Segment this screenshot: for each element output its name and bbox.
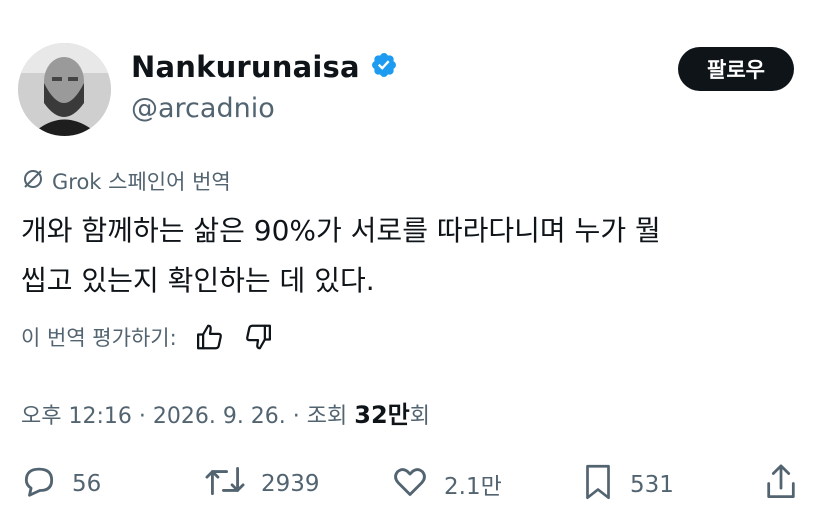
bookmark-button[interactable]: 531 — [580, 462, 674, 508]
share-button[interactable] — [762, 462, 800, 508]
author-name-row[interactable]: Nankurunaisa — [131, 50, 398, 84]
reply-icon — [20, 462, 58, 506]
translation-label-row: Grok 스페인어 번역 — [22, 166, 231, 196]
tweet-text-line: 씹고 있는지 확인하는 데 있다. — [21, 264, 375, 297]
profile-photo — [18, 43, 111, 136]
heart-icon — [390, 462, 430, 506]
share-icon — [762, 462, 800, 508]
view-suffix: 회 — [409, 404, 430, 429]
bookmark-icon — [580, 462, 616, 508]
like-count: 2.1만 — [444, 474, 502, 500]
translation-label: Grok 스페인어 번역 — [52, 170, 231, 194]
rate-translation-label: 이 번역 평가하기: — [21, 326, 177, 350]
reply-count: 56 — [72, 471, 102, 497]
verified-badge-icon — [370, 51, 398, 83]
thumbs-down-icon[interactable] — [243, 322, 273, 352]
follow-button[interactable]: 팔로우 — [678, 47, 794, 91]
like-button[interactable]: 2.1만 — [390, 462, 502, 506]
timestamp-text[interactable]: 오후 12:16 · 2026. 9. 26. · 조회 — [21, 404, 354, 429]
tweet-meta: 오후 12:16 · 2026. 9. 26. · 조회 32만회 — [21, 395, 430, 430]
repost-button[interactable]: 2939 — [203, 462, 320, 506]
grok-icon — [22, 168, 44, 195]
view-count: 32만 — [354, 401, 410, 429]
display-name[interactable]: Nankurunaisa — [131, 50, 360, 84]
bookmark-count: 531 — [630, 472, 674, 498]
user-handle[interactable]: @arcadnio — [131, 93, 275, 124]
thumbs-up-icon[interactable] — [195, 322, 225, 352]
repost-count: 2939 — [261, 471, 320, 497]
tweet-text: 개와 함께하는 삶은 90%가 서로를 따라다니며 누가 뭘 씹고 있는지 확인… — [21, 206, 811, 306]
reply-button[interactable]: 56 — [20, 462, 101, 506]
repost-icon — [203, 462, 247, 506]
rate-translation-row: 이 번역 평가하기: — [21, 322, 273, 352]
avatar[interactable] — [18, 43, 111, 136]
tweet-text-line: 개와 함께하는 삶은 90%가 서로를 따라다니며 누가 뭘 — [21, 214, 661, 247]
